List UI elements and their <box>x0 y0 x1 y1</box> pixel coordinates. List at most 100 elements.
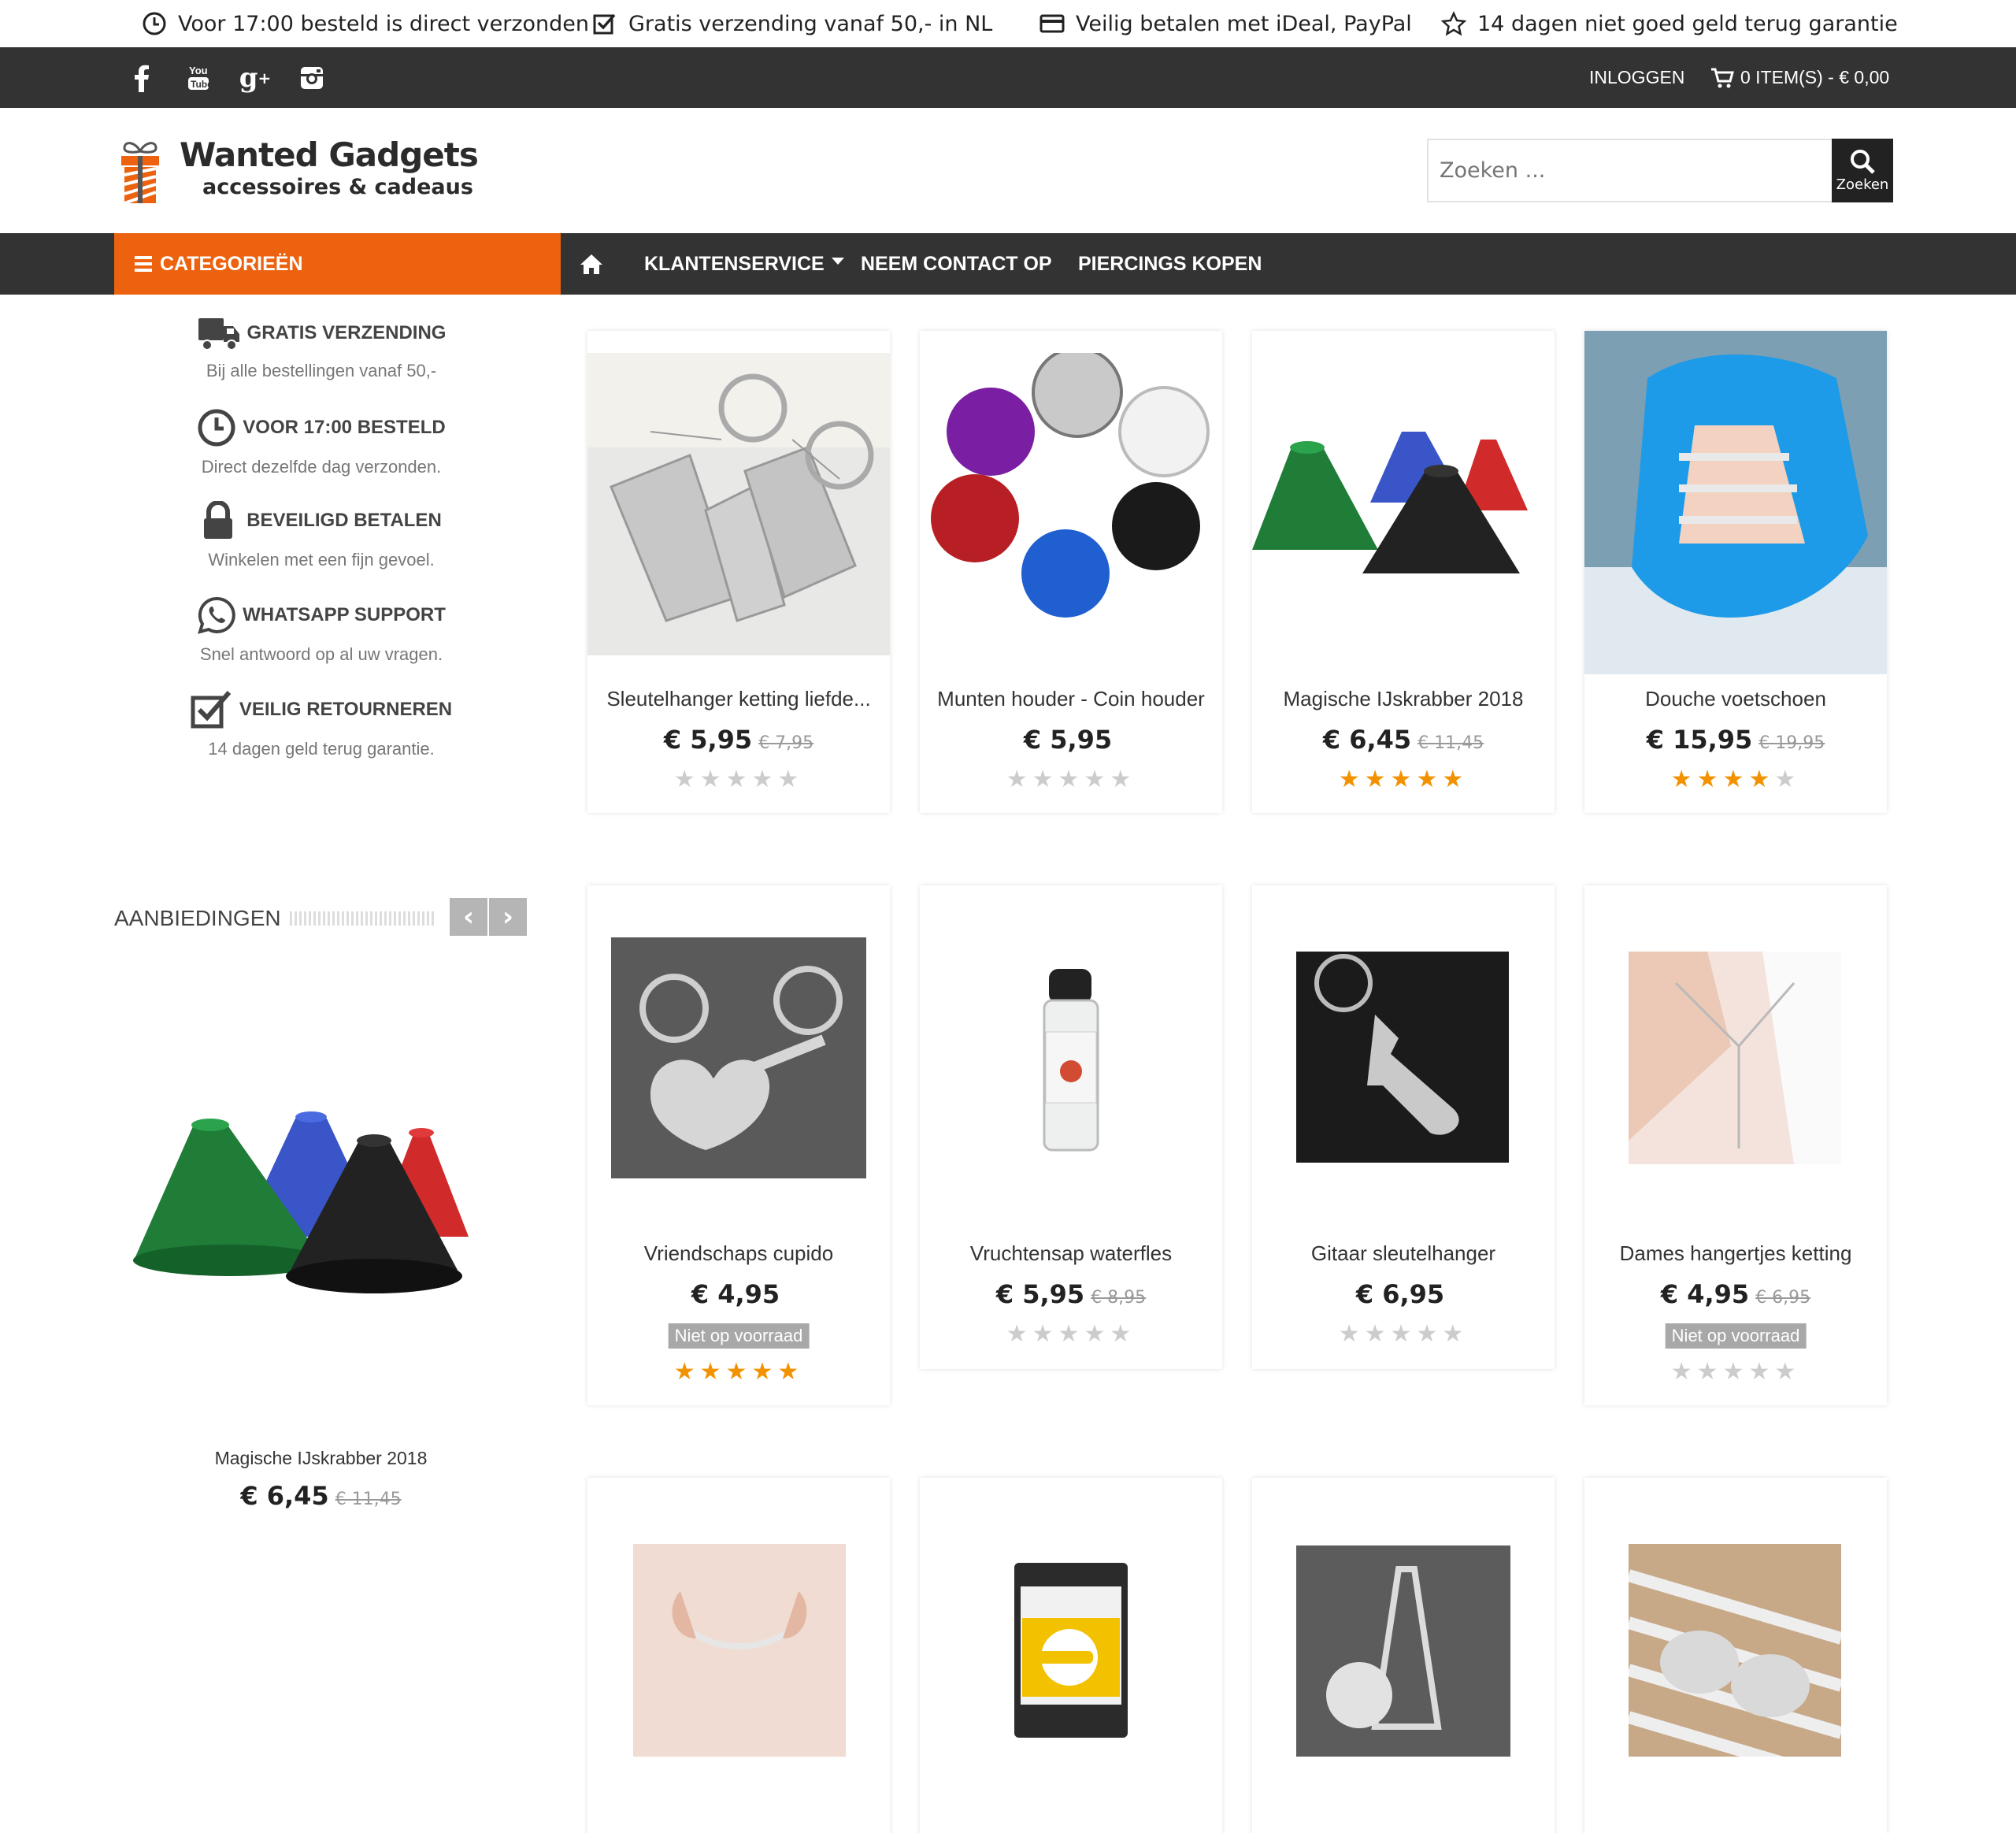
logo[interactable]: Wanted Gadgets accessoires & cadeaus <box>118 135 488 206</box>
product-card[interactable]: Munten houder - Coin houder € 5,95 ★★★★★ <box>920 331 1222 813</box>
product-image[interactable] <box>920 353 1222 655</box>
nav-item-contact[interactable]: NEEM CONTACT OP <box>861 233 1052 295</box>
rating-stars: ★★★★★ <box>587 1358 890 1386</box>
product-image[interactable] <box>1038 969 1104 1153</box>
product-card[interactable]: Vruchtensap waterfles € 5,95 € 8,95 ★★★★★ <box>920 885 1222 1369</box>
feature-same-day: VOOR 17:00 BESTELD Direct dezelfde dag v… <box>164 408 479 477</box>
rating-stars: ★★★★★ <box>1584 1358 1887 1386</box>
feature-shipping: GRATIS VERZENDING Bij alle bestellingen … <box>164 315 479 381</box>
price-current: € 5,95 <box>1023 725 1113 755</box>
clock-icon <box>198 409 235 447</box>
product-card[interactable]: Douche voetschoen € 15,95 € 19,95 ★★★★★ <box>1584 331 1887 813</box>
star-empty-icon: ★ <box>1670 1358 1697 1386</box>
product-image[interactable] <box>1584 331 1887 674</box>
product-name[interactable]: Magische IJskrabber 2018 <box>1252 687 1555 711</box>
offer-product-name[interactable]: Magische IJskrabber 2018 <box>114 1448 528 1469</box>
product-card[interactable] <box>1252 1478 1555 1833</box>
product-name[interactable]: Gitaar sleutelhanger <box>1252 1241 1555 1266</box>
star-filled-icon: ★ <box>1416 766 1443 793</box>
offers-title: AANBIEDINGEN <box>114 906 281 930</box>
search-button-label: Zoeken <box>1836 176 1889 193</box>
star-empty-icon: ★ <box>751 766 778 793</box>
star-filled-icon: ★ <box>673 1358 700 1386</box>
lock-icon <box>204 501 233 539</box>
product-name[interactable]: Dames hangertjes ketting <box>1584 1241 1887 1266</box>
feature-title: GRATIS VERZENDING <box>246 322 447 343</box>
offer-price-current: € 6,45 <box>240 1481 329 1511</box>
price-old: € 6,95 <box>1755 1288 1811 1308</box>
star-empty-icon: ★ <box>1442 1320 1469 1348</box>
logo-subtitle: accessoires & cadeaus <box>202 175 473 199</box>
feature-secure-payment: BEVEILIGD BETALEN Winkelen met een fijn … <box>164 501 479 570</box>
product-name[interactable]: Vruchtensap waterfles <box>920 1241 1222 1266</box>
star-filled-icon: ★ <box>751 1358 778 1386</box>
categories-button[interactable]: CATEGORIEËN <box>114 233 561 295</box>
facebook-icon[interactable] <box>124 61 159 95</box>
star-empty-icon: ★ <box>1058 1320 1084 1348</box>
product-price: € 4,95 € 6,95 <box>1584 1279 1887 1309</box>
instagram-icon[interactable] <box>295 61 329 95</box>
rating-stars: ★★★★★ <box>920 1320 1222 1348</box>
product-image[interactable] <box>1014 1563 1128 1738</box>
product-image[interactable] <box>633 1544 846 1757</box>
usp-item: Veilig betalen met iDeal, PayPal <box>1040 8 1412 39</box>
star-filled-icon: ★ <box>1338 766 1365 793</box>
cart-link[interactable]: 0 ITEM(S) - € 0,00 <box>1710 47 1889 108</box>
price-old: € 8,95 <box>1091 1288 1147 1308</box>
product-card[interactable]: Vriendschaps cupido € 4,95 Niet op voorr… <box>587 885 890 1405</box>
product-card[interactable] <box>587 1478 890 1833</box>
product-card[interactable] <box>920 1478 1222 1833</box>
search-box: Zoeken <box>1427 139 1893 202</box>
home-link[interactable] <box>580 233 603 295</box>
star-filled-icon: ★ <box>1364 766 1391 793</box>
star-filled-icon: ★ <box>725 1358 752 1386</box>
nav-item-piercings[interactable]: PIERCINGS KOPEN <box>1078 233 1262 295</box>
price-current: € 15,95 <box>1646 725 1753 755</box>
offers-prev-button[interactable]: ‹ <box>450 898 487 936</box>
chevron-right-icon: › <box>502 901 513 933</box>
product-card[interactable]: Gitaar sleutelhanger € 6,95 ★★★★★ <box>1252 885 1555 1369</box>
star-empty-icon: ★ <box>1748 1358 1775 1386</box>
star-empty-icon: ★ <box>1084 1320 1110 1348</box>
star-empty-icon: ★ <box>1110 1320 1136 1348</box>
star-empty-icon: ★ <box>725 766 752 793</box>
product-card[interactable] <box>1584 1478 1887 1833</box>
product-image[interactable] <box>1296 1545 1510 1757</box>
product-name[interactable]: Munten houder - Coin houder <box>920 687 1222 711</box>
product-card[interactable]: Dames hangertjes ketting € 4,95 € 6,95 Ni… <box>1584 885 1887 1405</box>
google-plus-icon[interactable]: g + <box>238 61 272 95</box>
star-outline-icon <box>1441 11 1466 36</box>
login-link[interactable]: INLOGGEN <box>1589 47 1684 108</box>
star-filled-icon: ★ <box>1696 766 1723 793</box>
home-icon <box>580 254 602 274</box>
product-name[interactable]: Douche voetschoen <box>1584 687 1887 711</box>
offer-product-image[interactable] <box>130 1103 500 1323</box>
search-input[interactable] <box>1429 140 1830 201</box>
menu-icon <box>135 256 152 272</box>
product-image[interactable] <box>587 353 890 655</box>
search-button[interactable]: Zoeken <box>1832 139 1893 202</box>
star-empty-icon: ★ <box>777 766 804 793</box>
product-name[interactable]: Vriendschaps cupido <box>587 1241 890 1266</box>
nav-item-klantenservice[interactable]: KLANTENSERVICE <box>644 233 845 295</box>
star-filled-icon: ★ <box>1670 766 1697 793</box>
feature-title: BEVEILIGD BETALEN <box>246 510 442 531</box>
feature-title: VEILIG RETOURNEREN <box>239 699 453 720</box>
product-image[interactable] <box>1296 952 1509 1163</box>
product-image[interactable] <box>1629 1544 1841 1757</box>
product-image[interactable] <box>1252 353 1555 655</box>
offers-divider <box>290 911 436 926</box>
feature-returns: VEILIG RETOURNEREN 14 dagen geld terug g… <box>164 690 479 759</box>
youtube-icon[interactable]: You Tube <box>181 61 216 95</box>
whatsapp-icon <box>198 596 235 634</box>
product-image[interactable] <box>611 937 866 1178</box>
product-image[interactable] <box>1629 952 1841 1164</box>
offers-next-button[interactable]: › <box>489 898 527 936</box>
product-card[interactable]: Sleutelhanger ketting liefde... € 5,95 € … <box>587 331 890 813</box>
rating-stars: ★★★★★ <box>587 766 890 793</box>
product-name[interactable]: Sleutelhanger ketting liefde... <box>587 687 890 711</box>
rating-stars: ★★★★★ <box>1584 766 1887 793</box>
feature-whatsapp: WHATSAPP SUPPORT Snel antwoord op al uw … <box>164 596 479 665</box>
product-card[interactable]: Magische IJskrabber 2018 € 6,45 € 11,45 ★… <box>1252 331 1555 813</box>
star-empty-icon: ★ <box>1032 1320 1058 1348</box>
